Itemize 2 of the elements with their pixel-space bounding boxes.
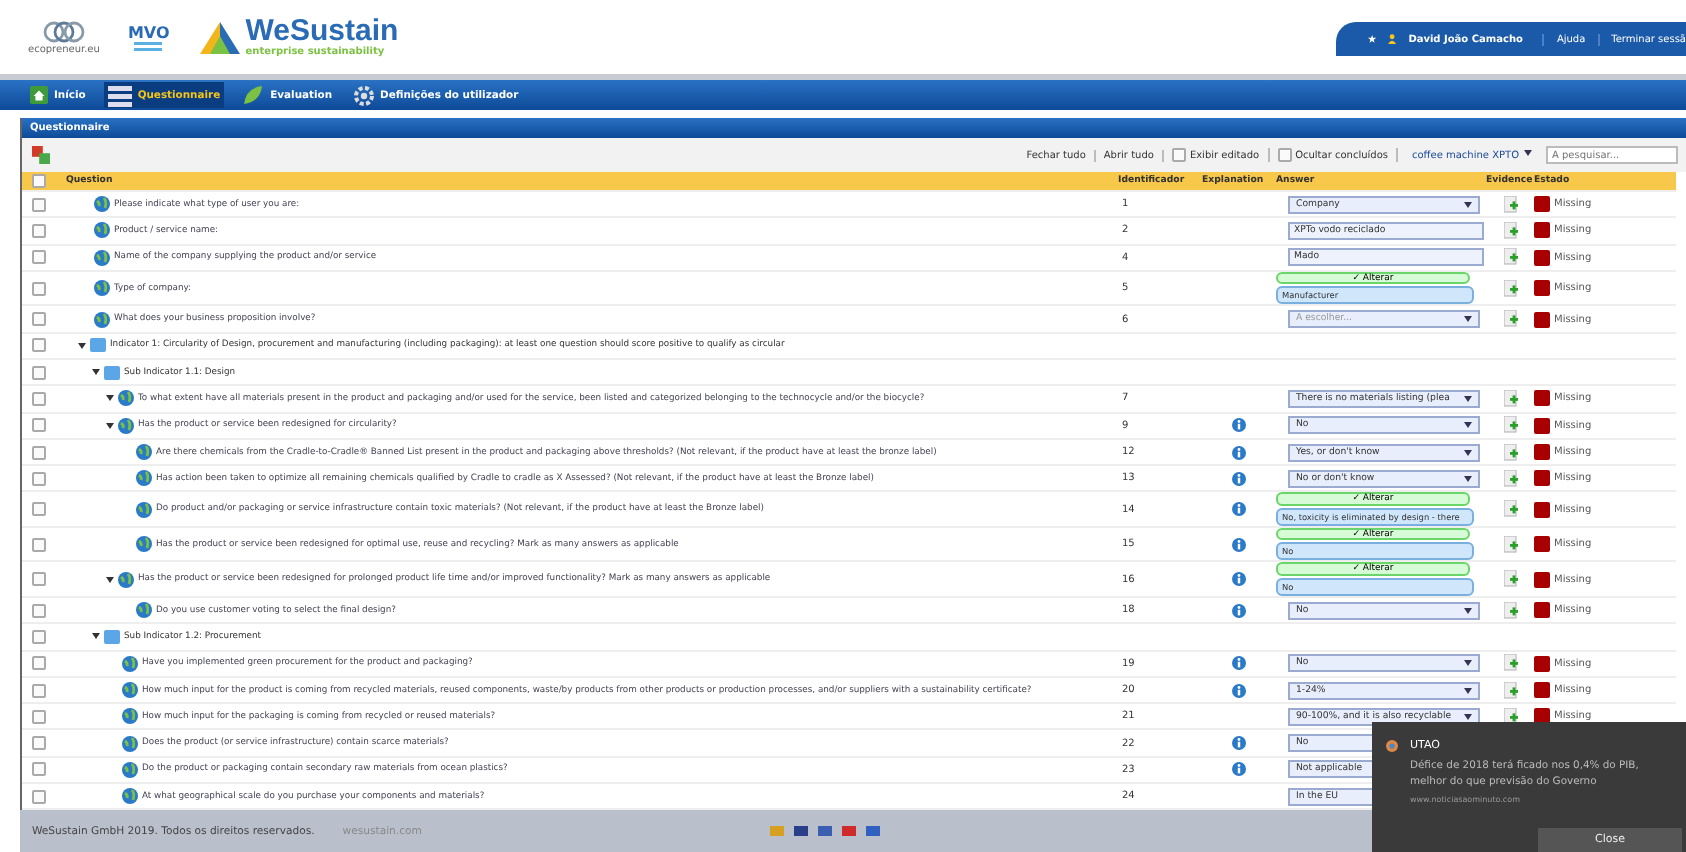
logo-text: MVO [127, 23, 170, 41]
logo-text: WeSustain [245, 17, 399, 45]
